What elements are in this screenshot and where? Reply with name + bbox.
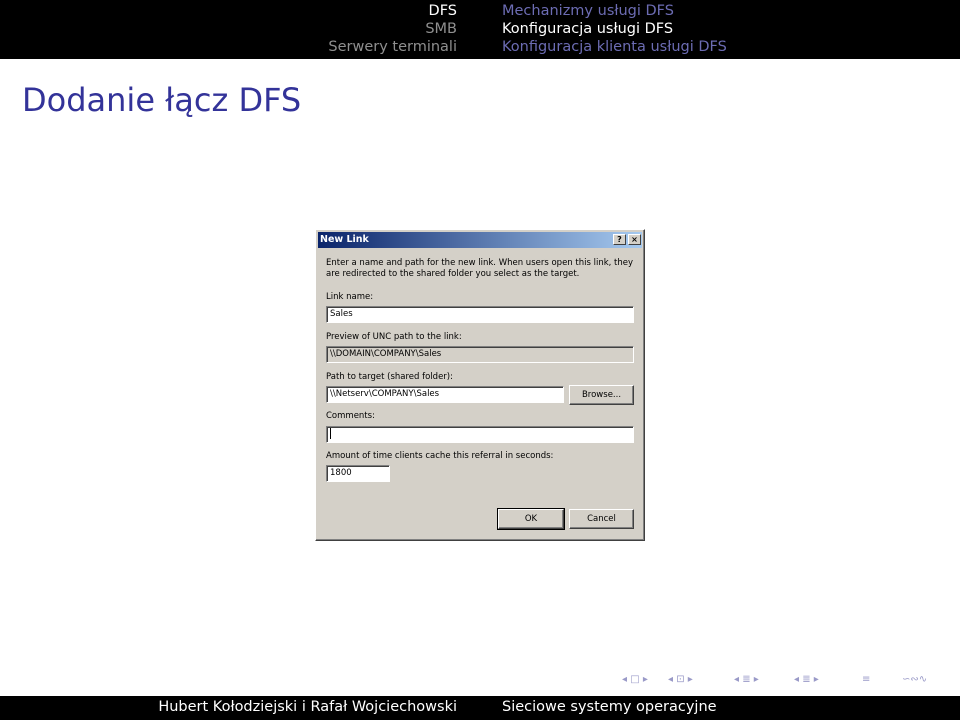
new-link-dialog: New Link ? × Enter a name and path for t… — [315, 229, 645, 541]
cache-time-label: Amount of time clients cache this referr… — [326, 451, 554, 461]
nav-section-controls[interactable]: ◂ ≣ ▸ — [734, 672, 759, 688]
footer-course: Sieciowe systemy operacyjne — [502, 699, 717, 715]
nav-section-smb[interactable]: SMB — [0, 20, 480, 38]
dialog-titlebar[interactable]: New Link ? × — [318, 232, 642, 248]
comments-label: Comments: — [326, 411, 375, 421]
nav-document-controls[interactable]: ◂ ≣ ▸ — [794, 672, 819, 688]
nav-subsection-client-config[interactable]: Konfiguracja klienta usługi DFS — [502, 38, 952, 56]
help-button[interactable]: ? — [613, 234, 626, 245]
target-path-field[interactable]: \\Netserv\COMPANY\Sales — [326, 386, 564, 403]
frame-title: Dodanie łącz DFS — [22, 81, 302, 119]
nav-search-icon[interactable]: ∽∾∿ — [902, 672, 927, 688]
intro-text-line1: Enter a name and path for the new link. … — [326, 258, 634, 268]
footer-authors: Hubert Kołodziejski i Rafał Wojciechowsk… — [158, 699, 457, 715]
browse-button[interactable]: Browse... — [569, 385, 634, 405]
footer-authors-box: Hubert Kołodziejski i Rafał Wojciechowsk… — [0, 696, 480, 720]
close-button[interactable]: × — [628, 234, 641, 245]
comments-field[interactable] — [326, 426, 634, 443]
nav-section-dfs[interactable]: DFS — [0, 2, 480, 20]
cancel-button[interactable]: Cancel — [569, 509, 634, 529]
nav-subsection-controls[interactable]: ◂ ⊡ ▸ — [668, 672, 693, 688]
footer-course-box: Sieciowe systemy operacyjne — [480, 696, 960, 720]
nav-section-terminal-servers[interactable]: Serwery terminali — [0, 38, 480, 56]
text-caret — [330, 428, 331, 439]
beamer-footer: Hubert Kołodziejski i Rafał Wojciechowsk… — [0, 696, 960, 720]
intro-text-line2: are redirected to the shared folder you … — [326, 269, 580, 279]
nav-subsection-mechanisms[interactable]: Mechanizmy usługi DFS — [502, 2, 952, 20]
link-name-label: Link name: — [326, 292, 374, 302]
beamer-header: DFS SMB Serwery terminali Mechanizmy usł… — [0, 0, 960, 59]
target-path-label: Path to target (shared folder): — [326, 372, 453, 382]
link-name-field[interactable]: Sales — [326, 306, 634, 323]
preview-unc-field: \\DOMAIN\COMPANY\Sales — [326, 346, 634, 363]
subsection-navigation: Mechanizmy usługi DFS Konfiguracja usług… — [502, 2, 952, 56]
ok-button[interactable]: OK — [497, 508, 565, 530]
dialog-title: New Link — [320, 234, 369, 245]
nav-subsection-dfs-config[interactable]: Konfiguracja usługi DFS — [502, 20, 952, 38]
section-navigation: DFS SMB Serwery terminali — [0, 2, 480, 56]
nav-frame-controls[interactable]: ◂ □ ▸ — [622, 672, 648, 688]
cache-time-field[interactable]: 1800 — [326, 465, 390, 482]
preview-unc-label: Preview of UNC path to the link: — [326, 332, 462, 342]
nav-align-icon[interactable]: ≡ — [862, 672, 870, 688]
